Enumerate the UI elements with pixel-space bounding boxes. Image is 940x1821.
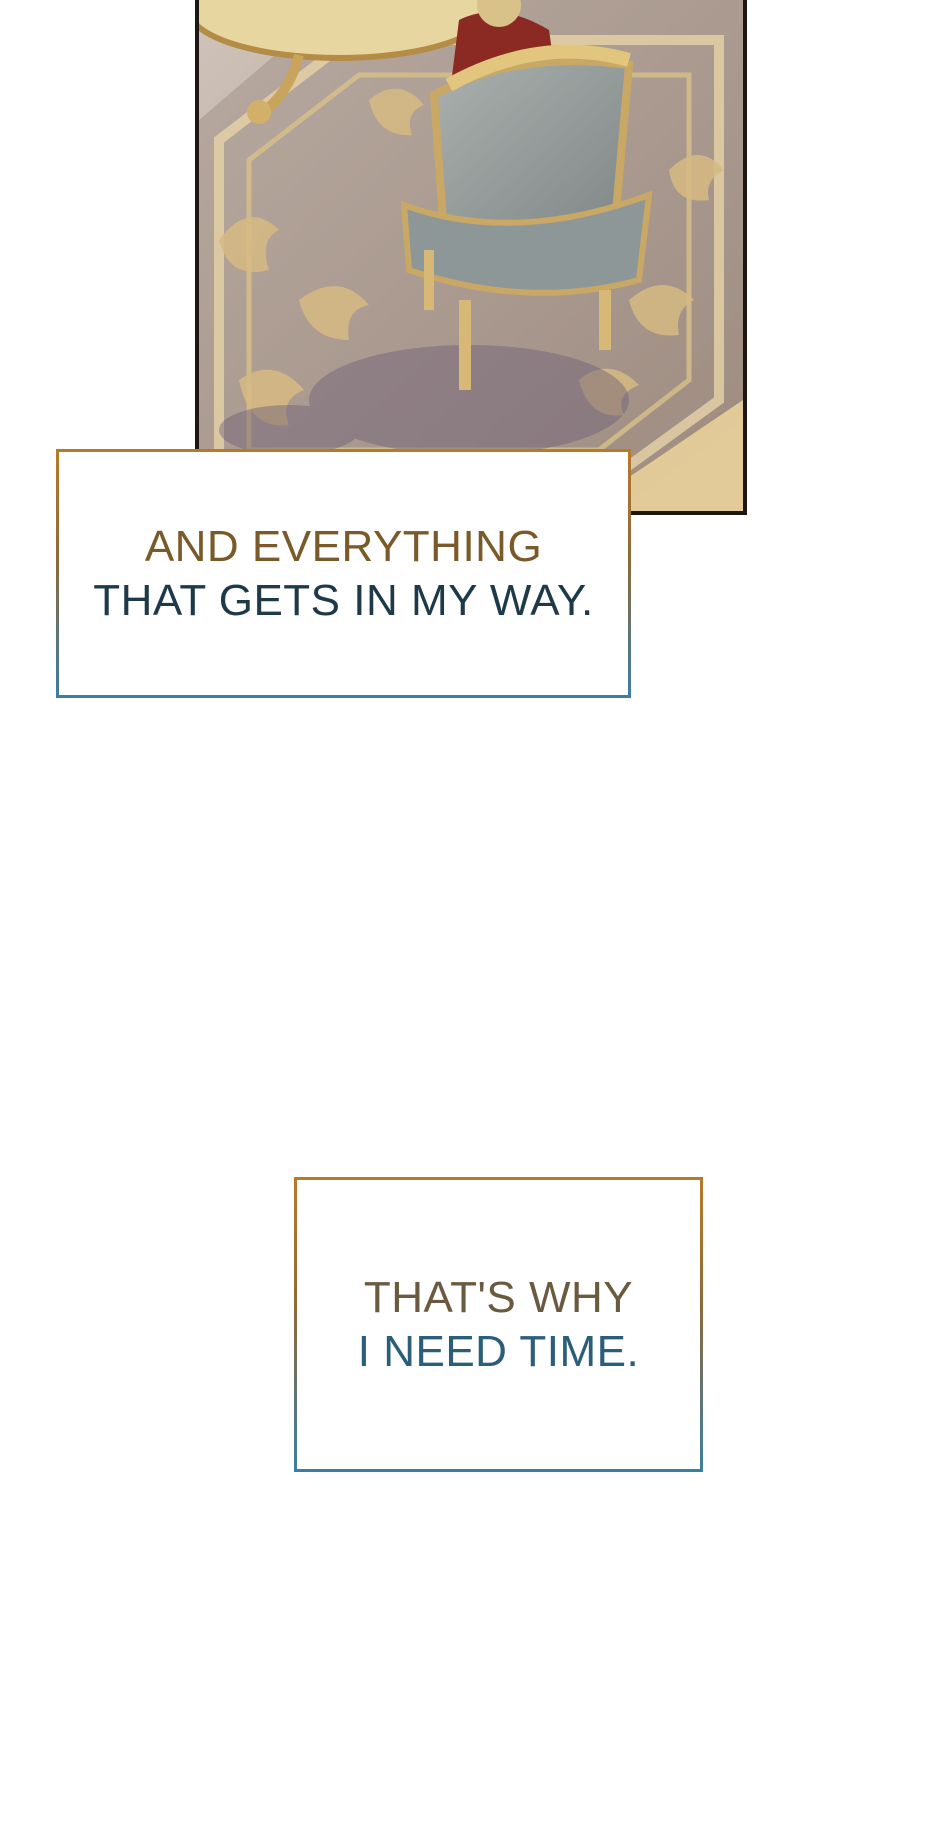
scene-illustration (199, 0, 743, 511)
narration-line: I NEED TIME. (357, 1326, 640, 1376)
narration-line: THAT GETS IN MY WAY. (93, 575, 594, 625)
narration-box-2: THAT'S WHY I NEED TIME. (294, 1177, 703, 1472)
comic-panel-illustration (195, 0, 747, 515)
narration-box-1: AND EVERYTHING THAT GETS IN MY WAY. (56, 449, 631, 698)
narration-line: THAT'S WHY (363, 1272, 634, 1322)
narration-line: AND EVERYTHING (144, 521, 543, 571)
